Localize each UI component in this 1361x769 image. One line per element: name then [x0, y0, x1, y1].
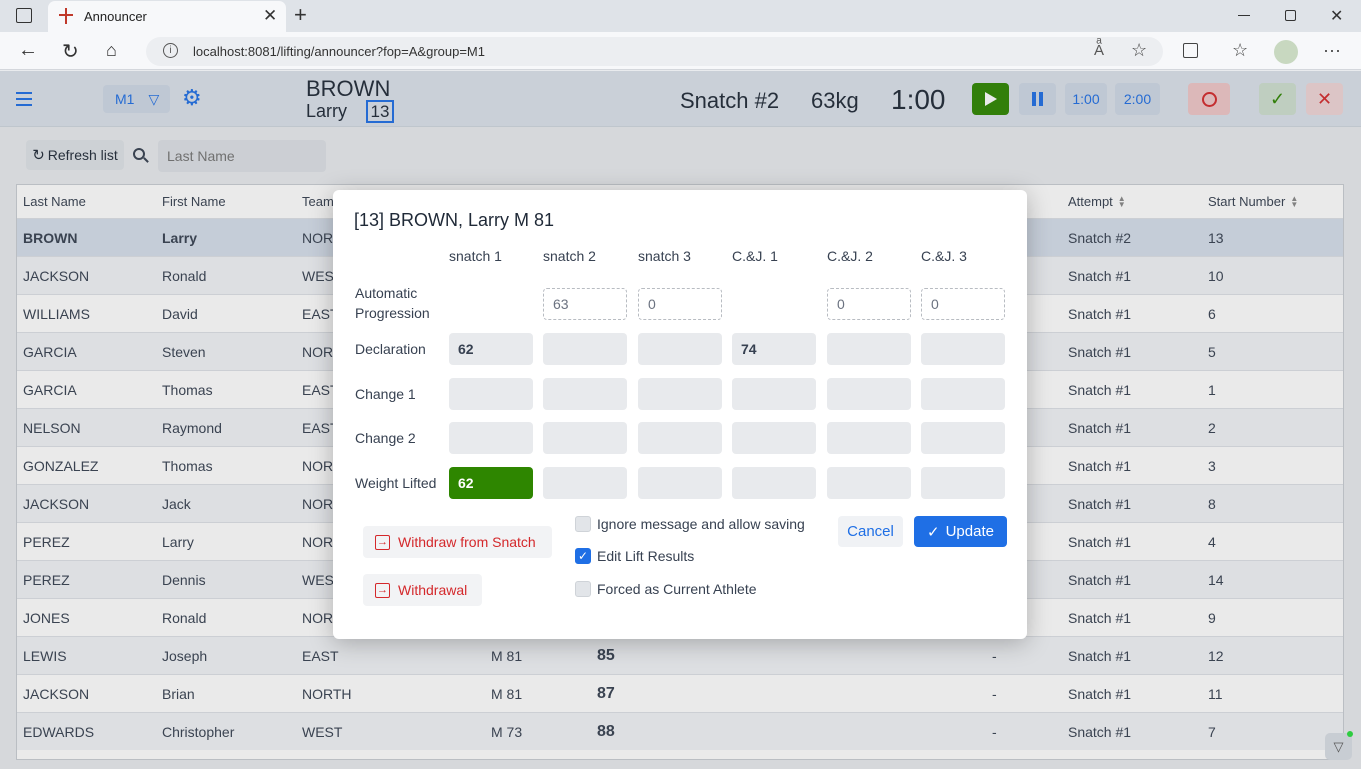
lift-input[interactable] — [732, 422, 816, 454]
dialog-row-label: Declaration — [355, 341, 426, 357]
lift-input[interactable] — [638, 422, 722, 454]
profile-avatar[interactable] — [1274, 40, 1298, 64]
favorites-icon[interactable]: ☆ — [1232, 40, 1248, 61]
close-tab-icon[interactable]: ✕ — [263, 6, 277, 26]
exit-icon: → — [375, 534, 390, 550]
dialog-col-header: snatch 3 — [638, 248, 691, 264]
read-aloud-icon[interactable]: A͏ͣ — [1094, 42, 1104, 59]
ignore-message-checkbox[interactable] — [575, 516, 591, 532]
lift-input[interactable]: 0 — [638, 288, 722, 320]
lift-input[interactable]: 62 — [449, 467, 533, 499]
reload-icon[interactable]: ↻ — [62, 39, 79, 64]
site-info-icon[interactable]: i — [163, 43, 178, 58]
back-icon[interactable]: ← — [18, 39, 38, 62]
home-icon[interactable]: ⌂ — [106, 40, 117, 61]
dialog-col-header: snatch 2 — [543, 248, 596, 264]
lift-input[interactable]: 63 — [543, 288, 627, 320]
lift-edit-dialog: [13] BROWN, Larry M 81 snatch 1 snatch 2 s… — [333, 190, 1027, 639]
favicon-icon — [59, 8, 73, 24]
lift-input[interactable] — [543, 333, 627, 365]
lift-input[interactable] — [921, 467, 1005, 499]
withdraw-from-snatch-button[interactable]: → Withdraw from Snatch — [363, 526, 552, 558]
lift-input[interactable] — [827, 467, 911, 499]
lift-input[interactable] — [921, 422, 1005, 454]
lift-input[interactable] — [543, 378, 627, 410]
lift-input[interactable] — [543, 467, 627, 499]
lift-input[interactable] — [827, 378, 911, 410]
withdrawal-label: Withdrawal — [398, 582, 468, 598]
dialog-row-label: Change 1 — [355, 386, 416, 402]
lift-input[interactable]: 0 — [921, 288, 1005, 320]
more-icon[interactable]: ··· — [1323, 40, 1341, 61]
exit-icon: → — [375, 582, 390, 598]
forced-current-checkbox[interactable] — [575, 581, 591, 597]
lift-input[interactable] — [921, 333, 1005, 365]
dialog-col-header: C.&J. 2 — [827, 248, 873, 264]
tab-title: Announcer — [84, 9, 147, 24]
lift-input[interactable] — [827, 422, 911, 454]
lift-input[interactable] — [921, 378, 1005, 410]
edit-lift-results-checkbox[interactable]: ✓ — [575, 548, 591, 564]
screenshot-icon[interactable] — [1183, 43, 1198, 58]
withdrawal-button[interactable]: → Withdrawal — [363, 574, 482, 606]
lift-input[interactable] — [732, 378, 816, 410]
lift-input[interactable] — [449, 422, 533, 454]
forced-current-label: Forced as Current Athlete — [597, 581, 757, 597]
dev-tools-icon[interactable]: ▽ — [1325, 733, 1352, 760]
dialog-row-label: Automatic Progression — [355, 285, 430, 321]
minimize-icon[interactable] — [1238, 15, 1250, 16]
status-dot — [1347, 731, 1353, 737]
dialog-col-header: snatch 1 — [449, 248, 502, 264]
check-icon: ✓ — [927, 523, 940, 541]
dialog-col-header: C.&J. 3 — [921, 248, 967, 264]
new-tab-icon[interactable]: + — [294, 2, 307, 28]
ignore-message-label: Ignore message and allow saving — [597, 516, 805, 532]
lift-input[interactable]: 0 — [827, 288, 911, 320]
lift-input[interactable] — [449, 378, 533, 410]
update-label: Update — [945, 523, 994, 540]
withdraw-from-snatch-label: Withdraw from Snatch — [398, 534, 536, 550]
restore-icon[interactable] — [1285, 10, 1296, 21]
dialog-row-label: Change 2 — [355, 430, 416, 446]
close-window-icon[interactable]: ✕ — [1330, 6, 1343, 26]
dialog-col-header: C.&J. 1 — [732, 248, 778, 264]
lift-input[interactable] — [543, 422, 627, 454]
lift-input[interactable] — [732, 467, 816, 499]
lift-input[interactable] — [638, 378, 722, 410]
url-text: localhost:8081/lifting/announcer?fop=A&g… — [193, 44, 485, 59]
update-button[interactable]: ✓ Update — [914, 516, 1007, 547]
lift-input[interactable] — [638, 467, 722, 499]
cancel-button[interactable]: Cancel — [838, 516, 903, 547]
lift-input[interactable]: 62 — [449, 333, 533, 365]
edit-lift-results-label: Edit Lift Results — [597, 548, 695, 564]
tab-actions-icon[interactable] — [16, 8, 32, 23]
favorite-icon[interactable]: ☆ — [1131, 40, 1147, 61]
lift-input[interactable] — [827, 333, 911, 365]
lift-input[interactable] — [638, 333, 722, 365]
dialog-row-label: Weight Lifted — [355, 475, 437, 491]
lift-input[interactable]: 74 — [732, 333, 816, 365]
dialog-title: [13] BROWN, Larry M 81 — [354, 210, 555, 230]
